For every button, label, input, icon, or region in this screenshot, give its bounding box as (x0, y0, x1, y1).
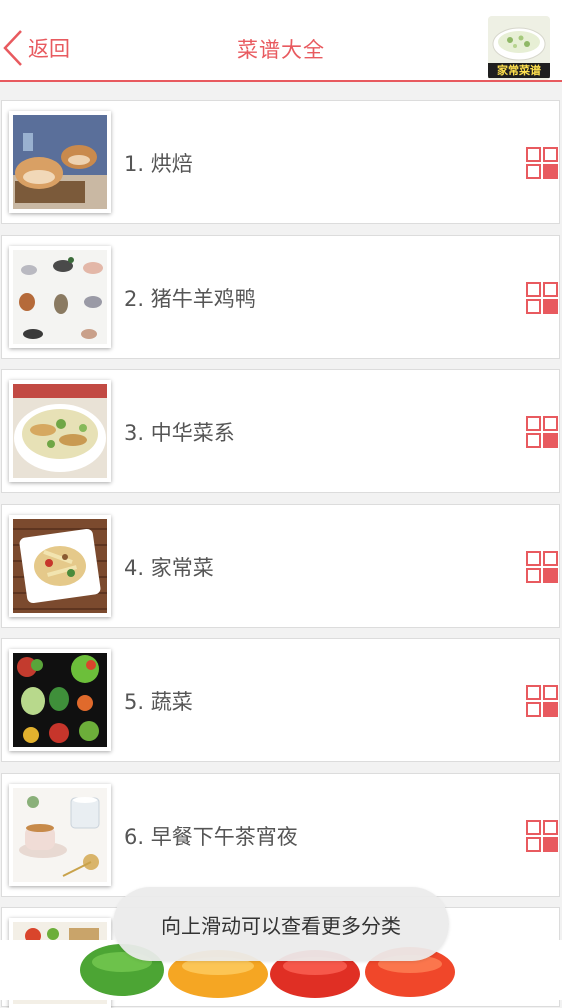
grid-icon[interactable] (526, 551, 558, 583)
category-label: 5. 蔬菜 (124, 690, 193, 714)
category-label: 2. 猪牛羊鸡鸭 (124, 287, 256, 311)
poultry-livestock-image (13, 250, 107, 344)
category-label: 3. 中华菜系 (124, 421, 235, 445)
category-item-chinese-cuisine[interactable]: 3. 中华菜系 (1, 369, 560, 493)
grid-icon[interactable] (526, 147, 558, 179)
category-item-vegetables[interactable]: 5. 蔬菜 (1, 638, 560, 762)
chinese-soup-image (13, 384, 107, 478)
scroll-hint-toast: 向上滑动可以查看更多分类 (113, 887, 449, 961)
vegetables-image (13, 653, 107, 747)
category-thumbnail (9, 784, 111, 886)
category-thumbnail (9, 515, 111, 617)
category-thumbnail (9, 380, 111, 482)
coffee-tea-image (13, 788, 107, 882)
category-label: 6. 早餐下午茶宵夜 (124, 825, 298, 849)
grid-icon[interactable] (526, 416, 558, 448)
stir-fry-image (13, 519, 107, 613)
logo-text: 家常菜谱 (488, 63, 550, 78)
grid-icon[interactable] (526, 282, 558, 314)
bread-image (13, 115, 107, 209)
category-thumbnail (9, 246, 111, 348)
category-label: 1. 烘焙 (124, 152, 193, 176)
page-title: 菜谱大全 (237, 38, 325, 62)
category-item-breakfast-tea[interactable]: 6. 早餐下午茶宵夜 (1, 773, 560, 897)
grid-icon[interactable] (526, 820, 558, 852)
category-item-home-cooking[interactable]: 4. 家常菜 (1, 504, 560, 628)
category-thumbnail (9, 111, 111, 213)
category-label: 4. 家常菜 (124, 556, 214, 580)
category-item-baking[interactable]: 1. 烘焙 (1, 100, 560, 224)
category-item-meat-poultry[interactable]: 2. 猪牛羊鸡鸭 (1, 235, 560, 359)
category-thumbnail (9, 649, 111, 751)
grid-icon[interactable] (526, 685, 558, 717)
app-logo: 家常菜谱 (488, 16, 550, 80)
top-bar: 返回 菜谱大全 家常菜谱 (0, 0, 562, 82)
